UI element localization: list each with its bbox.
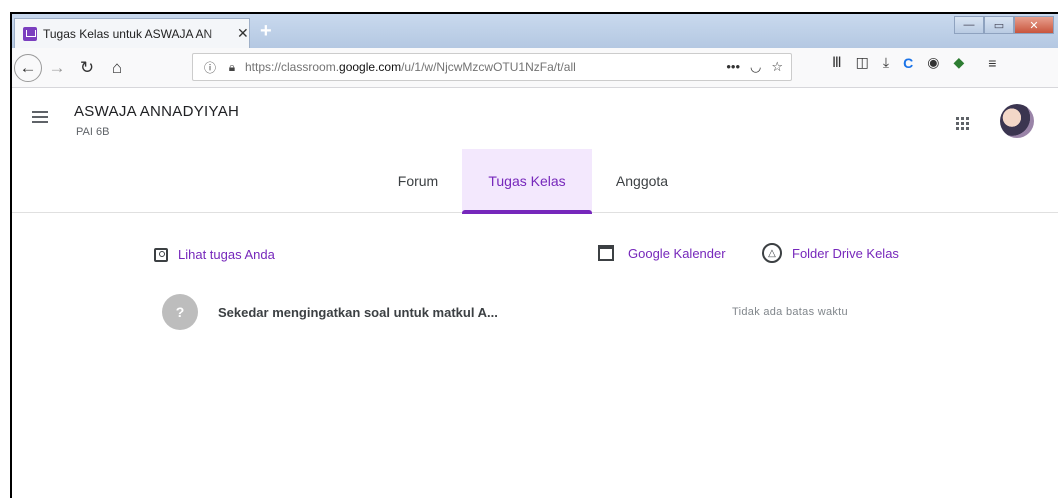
page-info-icon[interactable]: ⓘ — [201, 59, 219, 76]
browser-toolbar: ← → ↻ ⌂ ⓘ 🔒︎ https://classroom. google.co… — [12, 48, 1058, 88]
page-actions-icon[interactable]: ••• — [726, 59, 740, 75]
google-calendar-link[interactable]: Google Kalender — [598, 245, 726, 261]
class-tabs: Forum Tugas Kelas Anggota — [12, 149, 1058, 214]
view-your-work-link[interactable]: Lihat tugas Anda — [154, 247, 275, 262]
drive-icon: △ — [762, 243, 782, 263]
list-item[interactable]: ? Sekedar mengingatkan soal untuk matkul… — [162, 289, 922, 335]
title-bar: Tugas Kelas untuk ASWAJA AN ✕ + — ▭ ✕ — [12, 14, 1058, 48]
url-host: google.com — [339, 60, 402, 74]
main-menu-icon[interactable] — [32, 111, 48, 123]
url-prefix: https://classroom. — [245, 60, 340, 74]
classroom-page: ASWAJA ANNADYIYAH PAI 6B Forum Tugas Kel… — [12, 89, 1058, 498]
assignment-icon: ? — [162, 294, 198, 330]
home-button[interactable]: ⌂ — [102, 53, 132, 83]
tab-close-icon[interactable]: ✕ — [237, 25, 249, 42]
browser-tab[interactable]: Tugas Kelas untuk ASWAJA AN ✕ — [14, 18, 250, 48]
library-icon[interactable]: Ⅲ — [832, 54, 842, 71]
back-button[interactable]: ← — [14, 53, 42, 82]
download-icon[interactable]: ⤓ — [883, 54, 889, 71]
account-icon[interactable]: ◉ — [927, 54, 939, 71]
maximize-button[interactable]: ▭ — [984, 16, 1014, 34]
google-apps-icon[interactable] — [956, 117, 969, 130]
tab-people[interactable]: Anggota — [592, 149, 692, 213]
pocket-icon[interactable]: ◡ — [750, 59, 761, 75]
google-calendar-label: Google Kalender — [628, 245, 726, 261]
url-path: /u/1/w/NjcwMzcwOTU1NzFa/t/all — [401, 60, 576, 74]
url-actions: ••• ◡ ☆ — [726, 59, 783, 75]
avatar[interactable] — [1000, 104, 1034, 138]
close-window-button[interactable]: ✕ — [1014, 16, 1054, 34]
tab-classwork[interactable]: Tugas Kelas — [462, 149, 592, 214]
minimize-button[interactable]: — — [954, 16, 984, 34]
extension-c-icon[interactable]: C — [903, 55, 913, 71]
classroom-favicon-icon — [23, 26, 37, 41]
toolbar-right: Ⅲ ◫ ⤓ C ◉ ◆ ≡ — [832, 54, 996, 71]
view-your-work-label: Lihat tugas Anda — [178, 247, 275, 262]
browser-window: Tugas Kelas untuk ASWAJA AN ✕ + — ▭ ✕ ← … — [10, 12, 1058, 498]
tab-title: Tugas Kelas untuk ASWAJA AN — [43, 26, 213, 41]
class-section: PAI 6B — [76, 126, 110, 138]
account-box-icon — [154, 247, 168, 262]
assignment-due: Tidak ada batas waktu — [732, 306, 848, 318]
forward-button[interactable]: → — [42, 53, 72, 83]
bookmark-star-icon[interactable]: ☆ — [771, 59, 783, 75]
new-tab-button[interactable]: + — [260, 20, 272, 43]
class-drive-folder-link[interactable]: △ Folder Drive Kelas — [762, 243, 899, 263]
sidebar-icon[interactable]: ◫ — [856, 54, 869, 71]
extension-icon[interactable]: ◆ — [953, 54, 964, 71]
window-controls: — ▭ ✕ — [954, 16, 1054, 34]
assignment-title: Sekedar mengingatkan soal untuk matkul A… — [218, 304, 498, 320]
class-drive-folder-label: Folder Drive Kelas — [792, 245, 899, 261]
url-bar[interactable]: ⓘ 🔒︎ https://classroom. google.com/u/1/w/… — [192, 53, 792, 81]
reload-button[interactable]: ↻ — [72, 53, 102, 83]
calendar-icon — [598, 245, 614, 261]
class-name[interactable]: ASWAJA ANNADYIYAH — [74, 103, 239, 120]
tab-forum[interactable]: Forum — [374, 149, 462, 213]
lock-icon: 🔒︎ — [228, 59, 236, 74]
menu-icon[interactable]: ≡ — [988, 55, 996, 71]
